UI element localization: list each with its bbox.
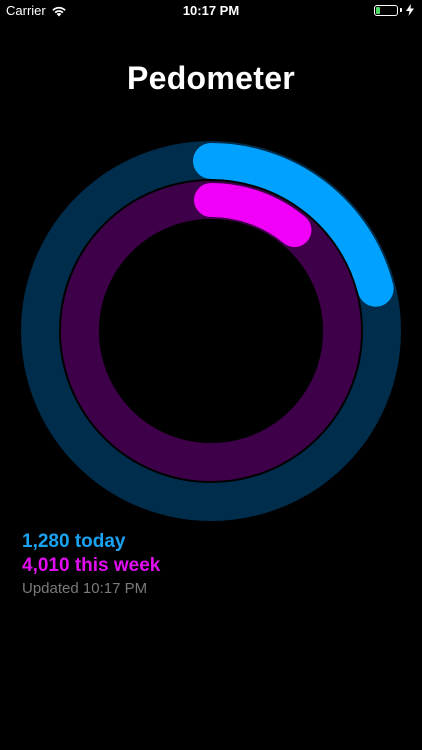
charging-bolt-icon bbox=[406, 4, 414, 16]
steps-this-week: 4,010 this week bbox=[22, 555, 161, 576]
battery-icon bbox=[374, 4, 398, 16]
activity-rings bbox=[21, 141, 401, 521]
status-bar: Carrier 10:17 PM bbox=[0, 0, 422, 22]
page-title: Pedometer bbox=[126, 60, 296, 96]
last-updated: Updated 10:17 PM bbox=[22, 580, 148, 597]
status-time: 10:17 PM bbox=[182, 3, 240, 18]
battery-level bbox=[376, 6, 380, 14]
battery-cap bbox=[400, 8, 402, 12]
steps-today: 1,280 today bbox=[22, 531, 126, 552]
step-stats: 1,280 today 4,010 this week Updated 10:1… bbox=[22, 530, 160, 600]
ring-center bbox=[99, 219, 323, 443]
battery-indicator bbox=[374, 4, 414, 16]
